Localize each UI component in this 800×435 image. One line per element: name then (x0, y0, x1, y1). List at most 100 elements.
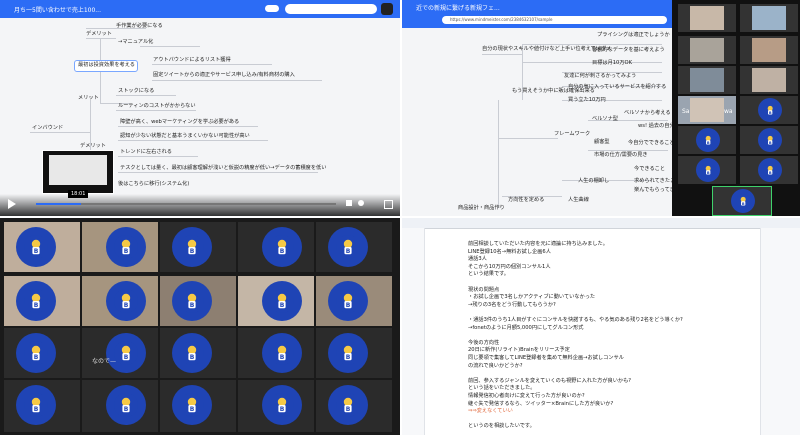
participant-tile[interactable]: B (4, 276, 80, 326)
participant-tile[interactable]: B (4, 380, 80, 432)
mindmap-node[interactable]: テスクとしては量く、最初は顧客理解が浅いと仮説の精度が低い→データの蓄積度を低い (120, 165, 326, 171)
mindmap-node[interactable]: 方向性を定める (508, 197, 544, 203)
mindmap-node[interactable]: 今できること (634, 166, 665, 172)
mindmap-node[interactable]: 友達に何が刺さるかってみよう (564, 73, 636, 79)
participant-tile[interactable]: B (82, 380, 158, 432)
mindmap-node[interactable]: 人生の棚卸し (578, 178, 609, 184)
mindmap-node[interactable]: ルーティンのコストがかからない (118, 103, 196, 109)
mindmap-node[interactable]: 商品設計・商品作り (458, 205, 505, 211)
mindmap-node[interactable]: ベルソナから考える (624, 110, 671, 116)
mindmap-node[interactable]: →マニュアル化 (118, 39, 153, 45)
participant-tile[interactable]: B (678, 156, 736, 184)
mindmap-node[interactable]: ベルソナ型 (592, 116, 618, 122)
mindmap-node[interactable]: 顧客型 (594, 139, 610, 145)
participant-tile[interactable]: B (678, 126, 736, 154)
mindmap-node[interactable]: 最初は投資効果を考える (78, 62, 135, 68)
participant-tile[interactable]: B (316, 222, 392, 272)
participant-tile[interactable]: B (4, 222, 80, 272)
user-avatar-icon: B (328, 385, 368, 425)
participant-tile[interactable]: B (316, 380, 392, 432)
mindmap-node[interactable]: ws! 過去の自分 (638, 123, 675, 129)
volume-icon[interactable] (346, 200, 352, 206)
participant-tile[interactable]: B (82, 222, 158, 272)
participant-tile[interactable] (678, 4, 736, 32)
toggle-icon[interactable] (265, 5, 279, 12)
user-avatar-icon: B (328, 281, 368, 321)
participant-name: Sa (682, 108, 690, 115)
document-line: 同じ要領で集客してLINE登録者を集めて無料企画→お試しコンサル (468, 355, 624, 361)
mindmap-node[interactable]: アウトバウンドによるリスト獲得 (153, 57, 231, 63)
mindmap-node[interactable]: 自分の気に入っているサービスを紹介する (568, 84, 666, 90)
user-avatar-icon: B (16, 281, 56, 321)
mindmap-node[interactable]: 手作業が必要になる (116, 23, 163, 29)
video-thumbnail (42, 150, 114, 194)
svg-text:B: B (124, 302, 129, 309)
mindmap-node[interactable]: デメリット (80, 143, 106, 149)
mindmap-node[interactable]: 固定ツイートからの適正やサービス申し込み/有料商材の購入 (153, 72, 295, 78)
user-avatar-icon: B (106, 385, 146, 425)
search-field[interactable] (285, 4, 377, 14)
user-avatar-icon: B (696, 128, 720, 152)
participant-tile[interactable]: B (740, 156, 798, 184)
user-avatar-icon: B (172, 385, 212, 425)
mindmap-node[interactable]: デメリット (86, 31, 112, 37)
participant-tile[interactable]: B (4, 328, 80, 378)
participant-tile[interactable]: B (160, 380, 236, 432)
svg-text:B: B (34, 248, 39, 255)
document-line: 前回相談していただいた内容を元に適論に持ち込みました。 (468, 241, 608, 247)
mindmap-node[interactable]: プライシングは適正でしょうか (597, 32, 670, 38)
svg-text:B: B (124, 354, 129, 361)
participant-tile[interactable] (678, 36, 736, 64)
participant-tile[interactable]: B (160, 276, 236, 326)
participant-tile[interactable]: B (238, 380, 314, 432)
participant-tile[interactable]: B (160, 222, 236, 272)
user-avatar-icon: B (106, 333, 146, 373)
participant-tile[interactable]: B (316, 276, 392, 326)
progress-bar[interactable] (36, 203, 336, 205)
mindmap-node[interactable]: 人生曲線 (568, 197, 589, 203)
mindmap-node[interactable]: トレンドに左右される (120, 149, 172, 155)
participant-tile[interactable] (740, 36, 798, 64)
participant-tile[interactable]: B (316, 328, 392, 378)
settings-icon[interactable] (358, 200, 364, 206)
mindmap-node[interactable]: 買う立た10万円 (568, 97, 606, 103)
mindmap-node[interactable]: 客観的なデータを基に考えよう (592, 47, 665, 53)
participant-video (690, 6, 724, 30)
play-icon[interactable] (8, 199, 16, 209)
svg-text:B: B (34, 354, 39, 361)
mindmap-node[interactable]: インバウンド (32, 125, 63, 131)
svg-text:B: B (769, 141, 772, 145)
mindmap-node[interactable]: 障壁が高く、webマーケティングを学ぶ必要がある (120, 119, 239, 125)
svg-text:B: B (190, 302, 195, 309)
mic-icon[interactable] (381, 3, 393, 15)
fullscreen-icon[interactable] (384, 200, 393, 209)
tab-title[interactable]: 近での新規に繋げる新規フェ... (416, 3, 500, 12)
participant-video (690, 38, 724, 62)
tab-title[interactable]: 月ち一5間い含わせで売上100... (14, 5, 101, 14)
participant-tile[interactable]: B (160, 328, 236, 378)
participant-tile[interactable]: B (740, 96, 798, 124)
svg-text:B: B (742, 202, 745, 206)
svg-text:B: B (346, 248, 351, 255)
mindmap-node[interactable]: 後はこちらに移行(システム化) (118, 181, 189, 187)
participant-tile[interactable]: B (740, 126, 798, 154)
mindmap-node[interactable]: 認知が少ない状態だと基本うまくいかない可能性が高い (120, 133, 250, 139)
participant-tile[interactable] (740, 4, 798, 32)
mindmap-node[interactable]: 市場の仕方/需要の見き (594, 152, 648, 158)
participant-tile[interactable]: B (82, 328, 158, 378)
participant-tile[interactable]: B (238, 276, 314, 326)
mindmap-video-panel: 月ち一5間い含わせで売上100... 手作業が必要になる デメリット →マニュア… (0, 0, 400, 216)
participant-tile[interactable] (740, 66, 798, 94)
user-avatar-icon: B (758, 128, 782, 152)
mindmap-node[interactable]: メリット (78, 95, 99, 101)
participant-tile[interactable]: B (238, 222, 314, 272)
svg-text:B: B (346, 354, 351, 361)
participant-tile[interactable]: B (82, 276, 158, 326)
user-avatar-icon: B (328, 333, 368, 373)
mindmap-node[interactable]: ストックになる (118, 88, 154, 94)
mindmap-node[interactable]: フレームワーク (554, 131, 590, 137)
participant-tile[interactable] (678, 66, 736, 94)
participant-tile[interactable]: B (712, 186, 772, 216)
mindmap-node[interactable]: 目標は月10万OK (592, 60, 632, 66)
participant-tile[interactable]: B (238, 328, 314, 378)
